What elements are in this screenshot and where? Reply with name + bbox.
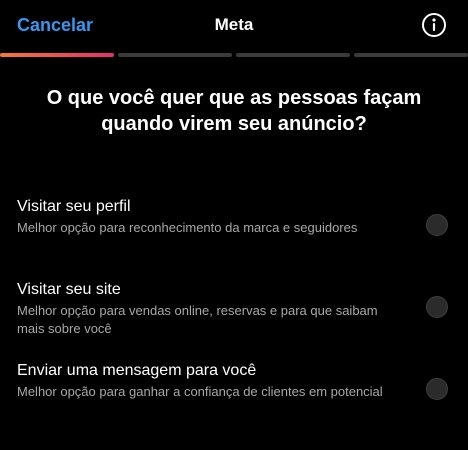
- option-visit-profile[interactable]: Visitar seu perfil Melhor opção para rec…: [0, 197, 468, 257]
- page-title: Meta: [214, 15, 254, 34]
- top-nav-bar: Cancelar Meta: [0, 0, 468, 50]
- option-description: Melhor opção para vendas online, reserva…: [17, 303, 378, 336]
- option-visit-site[interactable]: Visitar seu site Melhor opção para venda…: [0, 280, 468, 340]
- progress-segment-1: [0, 53, 114, 57]
- option-title: Visitar seu site: [17, 281, 121, 298]
- progress-segment-4: [354, 53, 468, 57]
- step-progress-bar: [0, 53, 468, 57]
- option-title: Enviar uma mensagem para você: [17, 362, 257, 379]
- radio-button[interactable]: [426, 296, 448, 318]
- radio-button[interactable]: [426, 214, 448, 236]
- progress-segment-2: [118, 53, 232, 57]
- progress-segment-3: [236, 53, 350, 57]
- radio-button[interactable]: [426, 378, 448, 400]
- info-circle-icon[interactable]: [421, 12, 447, 38]
- option-title: Visitar seu perfil: [17, 198, 131, 215]
- question-heading: O que você quer que as pessoas façam qua…: [46, 87, 422, 135]
- option-description: Melhor opção para ganhar a confiança de …: [17, 384, 383, 399]
- option-description: Melhor opção para reconhecimento da marc…: [17, 220, 358, 235]
- option-send-message[interactable]: Enviar uma mensagem para você Melhor opç…: [0, 361, 468, 421]
